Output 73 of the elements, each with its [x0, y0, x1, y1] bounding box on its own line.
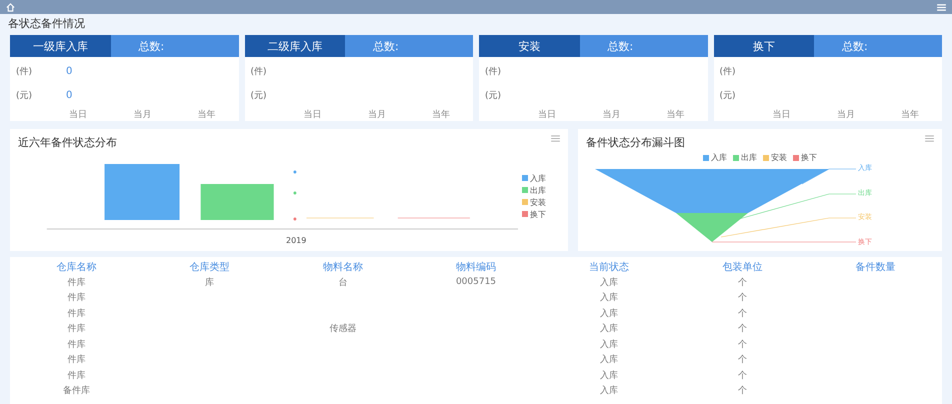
period-label: 当年 — [430, 108, 451, 122]
period-label: 当月 — [132, 108, 152, 122]
table-cell: 个 — [738, 355, 747, 366]
period-label: 当年 — [665, 108, 686, 122]
table-cell: 入库 — [600, 324, 618, 334]
period-label: 当月 — [601, 108, 622, 122]
table-cell: 传感器 — [329, 324, 356, 334]
stat-value: 0 — [66, 66, 72, 77]
table-cell: 入库 — [600, 340, 618, 350]
legend-label[interactable]: 入库 — [711, 152, 727, 163]
table-cell: 备件库 — [63, 386, 90, 396]
table-cell: 件库 — [68, 308, 86, 319]
table-cell: 个 — [738, 308, 747, 319]
unit-label: (元) — [16, 90, 34, 102]
unit-label: (元) — [720, 90, 737, 102]
card-label: 安装 — [479, 35, 580, 58]
period-label: 当月 — [836, 108, 856, 122]
total-label: 总数: — [138, 38, 166, 55]
section-title: 各状态备件情况 — [7, 16, 86, 32]
legend-label[interactable]: 出库 — [741, 152, 757, 163]
chart-title: 近六年备件状态分布 — [18, 135, 117, 150]
stat-value: 0 — [66, 90, 72, 102]
legend-label[interactable]: 出库 — [530, 184, 546, 196]
unit-label: (元) — [485, 90, 502, 102]
unit-label: (件) — [720, 66, 737, 78]
total-label: 总数: — [606, 38, 634, 55]
table-cell: 个 — [738, 293, 747, 304]
table-cell: 个 — [738, 340, 747, 350]
legend-label[interactable]: 入库 — [530, 172, 546, 184]
legend-label[interactable]: 安装 — [771, 152, 787, 163]
table-cell: 件库 — [68, 340, 86, 350]
table-cell: 个 — [738, 278, 747, 288]
menu-icon[interactable] — [551, 135, 560, 142]
table-cell: 0005715 — [456, 277, 496, 288]
legend-label[interactable]: 换下 — [801, 152, 817, 163]
table-cell: 个 — [738, 324, 747, 334]
table-cell: 入库 — [600, 370, 618, 381]
axis-label: 2019 — [286, 236, 306, 245]
table-cell: 件库 — [68, 355, 86, 366]
card-label: 二级库入库 — [244, 35, 346, 58]
legend-label[interactable]: 换下 — [530, 208, 546, 220]
table-cell: 件库 — [68, 324, 86, 334]
unit-label: (元) — [250, 90, 268, 102]
table-cell: 个 — [738, 386, 747, 396]
home-icon[interactable] — [6, 2, 15, 12]
table-cell: 件库 — [68, 278, 86, 288]
unit-label: (件) — [16, 66, 34, 78]
table-cell: 个 — [738, 370, 747, 381]
table-cell: 台 — [338, 278, 348, 288]
period-label: 当日 — [772, 108, 792, 122]
period-label: 当年 — [900, 108, 920, 122]
table-cell: 入库 — [600, 386, 618, 396]
table-cell: 入库 — [600, 278, 618, 288]
period-label: 当年 — [196, 108, 216, 122]
table-cell: 入库 — [600, 355, 618, 366]
total-label: 总数: — [372, 38, 400, 55]
table-cell: 件库 — [68, 293, 86, 304]
total-label: 总数: — [841, 38, 869, 55]
unit-label: (件) — [485, 66, 502, 78]
period-label: 当日 — [68, 108, 88, 122]
card-label: 一级库入库 — [10, 35, 111, 58]
table-cell: 件库 — [68, 370, 86, 381]
table-cell: 库 — [205, 278, 214, 288]
menu-icon[interactable] — [925, 135, 934, 142]
legend-label[interactable]: 安装 — [530, 196, 546, 208]
table-cell: 入库 — [600, 308, 618, 319]
table-cell: 入库 — [600, 293, 618, 304]
card-label: 换下 — [714, 35, 814, 58]
period-label: 当日 — [537, 108, 558, 122]
unit-label: (件) — [250, 66, 268, 78]
chart-title: 备件状态分布漏斗图 — [586, 135, 685, 150]
period-label: 当日 — [302, 108, 323, 122]
period-label: 当月 — [366, 108, 387, 122]
